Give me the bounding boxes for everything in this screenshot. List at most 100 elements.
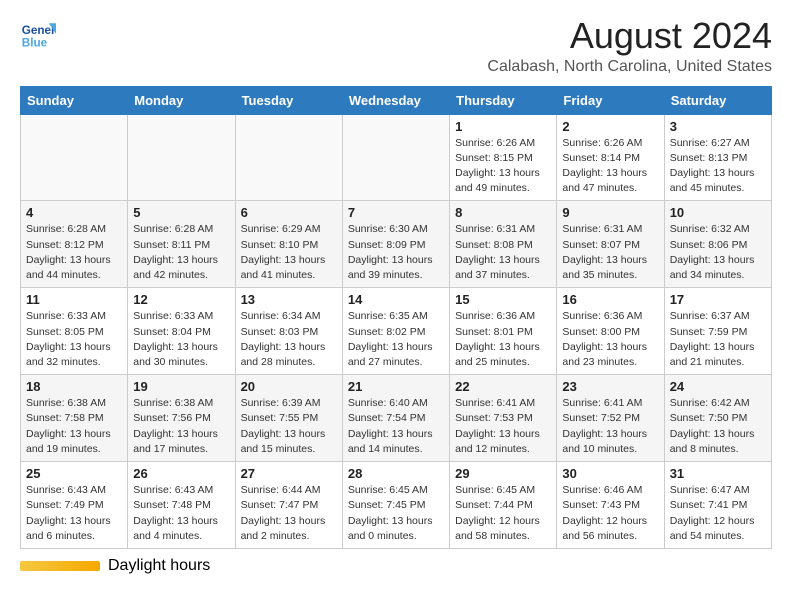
day-number: 23: [562, 379, 658, 394]
day-header-friday: Friday: [557, 86, 664, 114]
day-number: 26: [133, 466, 229, 481]
day-info: Sunrise: 6:43 AMSunset: 7:49 PMDaylight:…: [26, 483, 122, 544]
calendar-cell: 13 Sunrise: 6:34 AMSunset: 8:03 PMDayligh…: [235, 288, 342, 375]
footer: Daylight hours: [20, 557, 772, 575]
day-info: Sunrise: 6:27 AMSunset: 8:13 PMDaylight:…: [670, 136, 766, 197]
day-header-tuesday: Tuesday: [235, 86, 342, 114]
calendar-cell: [128, 114, 235, 201]
calendar-cell: 25 Sunrise: 6:43 AMSunset: 7:49 PMDayligh…: [21, 462, 128, 549]
calendar-week-row: 11 Sunrise: 6:33 AMSunset: 8:05 PMDayligh…: [21, 288, 772, 375]
day-info: Sunrise: 6:36 AMSunset: 8:00 PMDaylight:…: [562, 309, 658, 370]
day-info: Sunrise: 6:41 AMSunset: 7:53 PMDaylight:…: [455, 396, 551, 457]
day-info: Sunrise: 6:36 AMSunset: 8:01 PMDaylight:…: [455, 309, 551, 370]
day-info: Sunrise: 6:38 AMSunset: 7:58 PMDaylight:…: [26, 396, 122, 457]
day-number: 11: [26, 292, 122, 307]
day-info: Sunrise: 6:31 AMSunset: 8:07 PMDaylight:…: [562, 222, 658, 283]
calendar-week-row: 1Sunrise: 6:26 AMSunset: 8:15 PMDaylight…: [21, 114, 772, 201]
day-info: Sunrise: 6:33 AMSunset: 8:04 PMDaylight:…: [133, 309, 229, 370]
calendar-cell: 5 Sunrise: 6:28 AMSunset: 8:11 PMDaylight…: [128, 201, 235, 288]
day-number: 25: [26, 466, 122, 481]
calendar-cell: [21, 114, 128, 201]
day-number: 22: [455, 379, 551, 394]
calendar-cell: 31 Sunrise: 6:47 AMSunset: 7:41 PMDayligh…: [664, 462, 771, 549]
day-number: 4: [26, 205, 122, 220]
calendar-cell: 10Sunrise: 6:32 AMSunset: 8:06 PMDayligh…: [664, 201, 771, 288]
header: General Blue August 2024 Calabash, North…: [20, 16, 772, 76]
day-number: 12: [133, 292, 229, 307]
location-subtitle: Calabash, North Carolina, United States: [487, 58, 772, 76]
day-info: Sunrise: 6:46 AMSunset: 7:43 PMDaylight:…: [562, 483, 658, 544]
calendar-cell: 26Sunrise: 6:43 AMSunset: 7:48 PMDayligh…: [128, 462, 235, 549]
day-number: 18: [26, 379, 122, 394]
day-info: Sunrise: 6:37 AMSunset: 7:59 PMDaylight:…: [670, 309, 766, 370]
day-number: 8: [455, 205, 551, 220]
day-number: 20: [241, 379, 337, 394]
day-header-saturday: Saturday: [664, 86, 771, 114]
calendar-cell: 15 Sunrise: 6:36 AMSunset: 8:01 PMDayligh…: [450, 288, 557, 375]
day-number: 10: [670, 205, 766, 220]
day-number: 13: [241, 292, 337, 307]
calendar-cell: 11 Sunrise: 6:33 AMSunset: 8:05 PMDayligh…: [21, 288, 128, 375]
calendar-cell: 19Sunrise: 6:38 AMSunset: 7:56 PMDayligh…: [128, 375, 235, 462]
calendar-cell: 6 Sunrise: 6:29 AMSunset: 8:10 PMDaylight…: [235, 201, 342, 288]
day-number: 5: [133, 205, 229, 220]
day-info: Sunrise: 6:29 AMSunset: 8:10 PMDaylight:…: [241, 222, 337, 283]
calendar-cell: 21Sunrise: 6:40 AMSunset: 7:54 PMDayligh…: [342, 375, 449, 462]
day-number: 29: [455, 466, 551, 481]
day-number: 27: [241, 466, 337, 481]
day-info: Sunrise: 6:33 AMSunset: 8:05 PMDaylight:…: [26, 309, 122, 370]
calendar-cell: 22 Sunrise: 6:41 AMSunset: 7:53 PMDayligh…: [450, 375, 557, 462]
day-number: 15: [455, 292, 551, 307]
day-number: 9: [562, 205, 658, 220]
day-header-sunday: Sunday: [21, 86, 128, 114]
calendar-week-row: 18 Sunrise: 6:38 AMSunset: 7:58 PMDayligh…: [21, 375, 772, 462]
calendar-week-row: 4Sunrise: 6:28 AMSunset: 8:12 PMDaylight…: [21, 201, 772, 288]
day-info: Sunrise: 6:47 AMSunset: 7:41 PMDaylight:…: [670, 483, 766, 544]
calendar-cell: 28Sunrise: 6:45 AMSunset: 7:45 PMDayligh…: [342, 462, 449, 549]
calendar-cell: 12 Sunrise: 6:33 AMSunset: 8:04 PMDayligh…: [128, 288, 235, 375]
calendar-cell: 1Sunrise: 6:26 AMSunset: 8:15 PMDaylight…: [450, 114, 557, 201]
day-number: 14: [348, 292, 444, 307]
day-number: 7: [348, 205, 444, 220]
calendar-cell: 18 Sunrise: 6:38 AMSunset: 7:58 PMDayligh…: [21, 375, 128, 462]
day-info: Sunrise: 6:26 AMSunset: 8:14 PMDaylight:…: [562, 136, 658, 197]
day-info: Sunrise: 6:45 AMSunset: 7:44 PMDaylight:…: [455, 483, 551, 544]
day-header-monday: Monday: [128, 86, 235, 114]
calendar-cell: 30 Sunrise: 6:46 AMSunset: 7:43 PMDayligh…: [557, 462, 664, 549]
calendar-cell: 17 Sunrise: 6:37 AMSunset: 7:59 PMDayligh…: [664, 288, 771, 375]
calendar-cell: 29 Sunrise: 6:45 AMSunset: 7:44 PMDayligh…: [450, 462, 557, 549]
title-area: August 2024 Calabash, North Carolina, Un…: [487, 16, 772, 76]
day-number: 31: [670, 466, 766, 481]
calendar-cell: 3 Sunrise: 6:27 AMSunset: 8:13 PMDaylight…: [664, 114, 771, 201]
days-header-row: SundayMondayTuesdayWednesdayThursdayFrid…: [21, 86, 772, 114]
day-info: Sunrise: 6:44 AMSunset: 7:47 PMDaylight:…: [241, 483, 337, 544]
day-number: 24: [670, 379, 766, 394]
logo: General Blue: [20, 16, 60, 52]
day-header-wednesday: Wednesday: [342, 86, 449, 114]
month-year-title: August 2024: [487, 16, 772, 56]
daylight-label: Daylight hours: [108, 557, 210, 575]
day-info: Sunrise: 6:34 AMSunset: 8:03 PMDaylight:…: [241, 309, 337, 370]
day-info: Sunrise: 6:30 AMSunset: 8:09 PMDaylight:…: [348, 222, 444, 283]
calendar-cell: 23Sunrise: 6:41 AMSunset: 7:52 PMDayligh…: [557, 375, 664, 462]
calendar-cell: 4Sunrise: 6:28 AMSunset: 8:12 PMDaylight…: [21, 201, 128, 288]
day-number: 28: [348, 466, 444, 481]
calendar-week-row: 25 Sunrise: 6:43 AMSunset: 7:49 PMDayligh…: [21, 462, 772, 549]
day-number: 30: [562, 466, 658, 481]
day-number: 3: [670, 119, 766, 134]
calendar-cell: 2Sunrise: 6:26 AMSunset: 8:14 PMDaylight…: [557, 114, 664, 201]
svg-text:Blue: Blue: [22, 37, 48, 50]
calendar-cell: 9 Sunrise: 6:31 AMSunset: 8:07 PMDaylight…: [557, 201, 664, 288]
day-number: 17: [670, 292, 766, 307]
calendar-cell: 24 Sunrise: 6:42 AMSunset: 7:50 PMDayligh…: [664, 375, 771, 462]
day-number: 1: [455, 119, 551, 134]
calendar-table: SundayMondayTuesdayWednesdayThursdayFrid…: [20, 86, 772, 549]
day-header-thursday: Thursday: [450, 86, 557, 114]
logo-icon: General Blue: [20, 16, 56, 52]
calendar-cell: [342, 114, 449, 201]
day-number: 6: [241, 205, 337, 220]
calendar-cell: 20Sunrise: 6:39 AMSunset: 7:55 PMDayligh…: [235, 375, 342, 462]
day-info: Sunrise: 6:28 AMSunset: 8:11 PMDaylight:…: [133, 222, 229, 283]
day-number: 16: [562, 292, 658, 307]
day-info: Sunrise: 6:42 AMSunset: 7:50 PMDaylight:…: [670, 396, 766, 457]
